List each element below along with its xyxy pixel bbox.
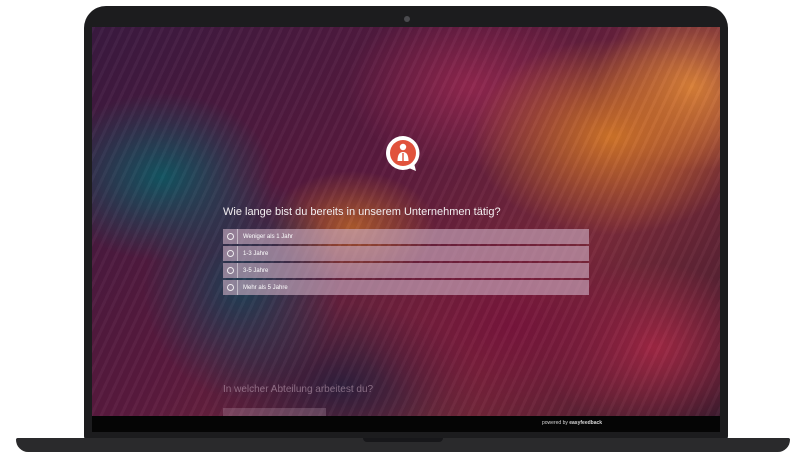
brand-name: easyfeedback — [569, 420, 603, 426]
option-1-3-jahre[interactable]: 1-3 Jahre — [223, 246, 589, 261]
powered-by-prefix: powered by — [542, 420, 568, 426]
radio-cell — [223, 263, 238, 278]
option-weniger-als-1-jahr[interactable]: Weniger als 1 Jahr — [223, 229, 589, 244]
person-speech-bubble-icon — [386, 136, 420, 171]
footer-bar: powered by easyfeedback — [92, 416, 720, 432]
radio-circle-icon[interactable] — [226, 267, 234, 274]
laptop-base-notch — [363, 438, 443, 442]
option-label: Mehr als 5 Jahre — [243, 284, 288, 291]
option-mehr-als-5-jahre[interactable]: Mehr als 5 Jahre — [223, 280, 589, 295]
survey-question: Wie lange bist du bereits in unserem Unt… — [223, 206, 501, 218]
next-survey-question: In welcher Abteilung arbeitest du? — [223, 384, 374, 395]
option-3-5-jahre[interactable]: 3-5 Jahre — [223, 263, 589, 278]
radio-circle-icon[interactable] — [226, 250, 234, 257]
radio-cell — [223, 280, 238, 295]
laptop-frame: Wie lange bist du bereits in unserem Unt… — [0, 0, 806, 470]
option-label: 1-3 Jahre — [243, 250, 269, 257]
answer-options: Weniger als 1 Jahr 1-3 Jahre 3-5 Jahre M… — [223, 229, 589, 297]
radio-cell — [223, 229, 238, 244]
camera-icon — [404, 16, 410, 22]
option-label: Weniger als 1 Jahr — [243, 233, 293, 240]
radio-circle-icon[interactable] — [226, 284, 234, 291]
option-label: 3-5 Jahre — [243, 267, 269, 274]
powered-by-text[interactable]: powered by easyfeedback — [542, 420, 602, 426]
survey-screen: Wie lange bist du bereits in unserem Unt… — [92, 27, 720, 432]
radio-cell — [223, 246, 238, 261]
radio-circle-icon[interactable] — [226, 233, 234, 240]
